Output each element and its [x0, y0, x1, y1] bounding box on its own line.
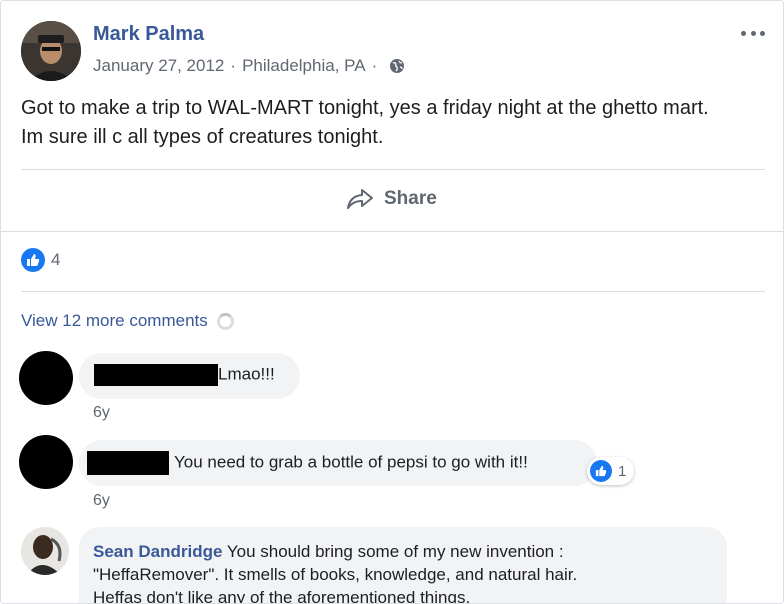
globe-icon[interactable]	[389, 58, 405, 74]
divider	[21, 291, 765, 292]
meta-separator: ·	[230, 56, 237, 75]
share-button[interactable]: Share	[346, 187, 437, 211]
comment-text: Heffas don't like any of the aforementio…	[93, 588, 471, 604]
comment-reaction-count: 1	[618, 462, 627, 480]
redacted-name	[94, 364, 218, 386]
share-arrow-icon	[347, 189, 373, 209]
post-text-line: Im sure ill c all types of creatures ton…	[21, 126, 384, 148]
reaction-summary[interactable]: 4	[21, 248, 60, 272]
meta-separator-2: ·	[371, 56, 378, 75]
post-meta: January 27, 2012 · Philadelphia, PA ·	[93, 56, 405, 76]
commenter-name-link[interactable]: Sean Dandridge	[93, 542, 222, 561]
comment-bubble: Sean Dandridge You should bring some of …	[79, 527, 727, 604]
redacted-name	[87, 451, 169, 475]
comment-time[interactable]: 6y	[93, 492, 110, 510]
comment-text: You should bring some of my new inventio…	[226, 542, 564, 561]
comment-text: Lmao!!!	[218, 364, 275, 384]
author-avatar[interactable]	[21, 21, 81, 81]
reaction-count: 4	[51, 250, 61, 269]
comment-bubble: Lmao!!!	[79, 353, 300, 399]
comment-text: "HeffaRemover". It smells of books, know…	[93, 565, 578, 584]
comment-time[interactable]: 6y	[93, 404, 110, 422]
dot-icon	[750, 30, 756, 36]
dot-icon	[741, 30, 746, 36]
post-text-line: Got to make a trip to WAL-MART tonight, …	[21, 97, 709, 119]
post-date-link[interactable]: January 27, 2012	[93, 56, 224, 76]
dot-icon	[760, 30, 765, 36]
loading-spinner-icon	[216, 312, 234, 330]
post-body: Got to make a trip to WAL-MART tonight, …	[21, 94, 761, 152]
commenter-avatar[interactable]	[19, 351, 73, 405]
view-more-label: View 12 more comments	[21, 311, 208, 330]
commenter-avatar[interactable]	[19, 435, 73, 489]
post-location-link[interactable]: Philadelphia, PA	[242, 56, 366, 76]
commenter-avatar[interactable]	[21, 527, 69, 575]
view-more-comments-link[interactable]: View 12 more comments	[21, 311, 234, 331]
share-label: Share	[384, 188, 437, 209]
comment-reaction[interactable]: 1	[587, 457, 635, 485]
more-options-button[interactable]	[741, 25, 765, 41]
divider	[1, 231, 783, 232]
post-card: Mark Palma January 27, 2012 · Philadelph…	[0, 0, 784, 604]
divider	[21, 169, 765, 170]
comment-bubble: You need to grab a bottle of pepsi to go…	[79, 440, 597, 486]
like-icon	[590, 460, 612, 482]
author-name-link[interactable]: Mark Palma	[93, 23, 204, 46]
like-icon	[21, 248, 45, 272]
comment-text: You need to grab a bottle of pepsi to go…	[174, 452, 528, 472]
